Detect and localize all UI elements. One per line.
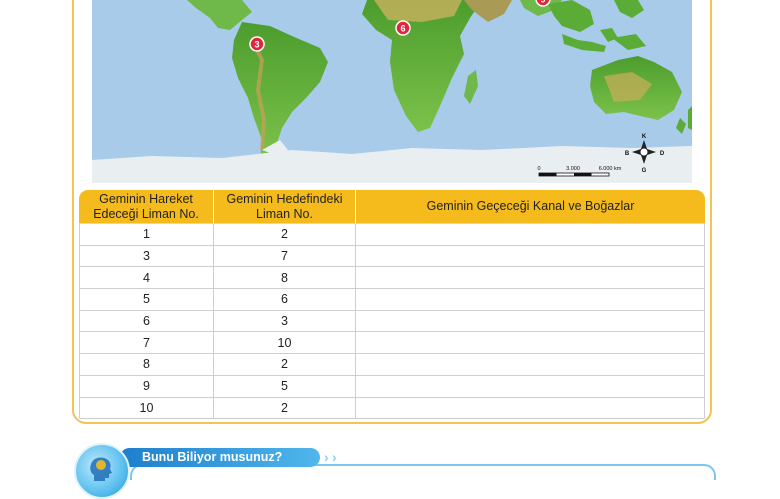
departure-cell: 9 <box>79 375 214 398</box>
destination-cell: 10 <box>214 332 356 355</box>
compass-west: B <box>625 151 630 157</box>
compass-east: D <box>660 151 665 157</box>
destination-cell: 5 <box>214 375 356 398</box>
departure-cell: 4 <box>79 267 214 290</box>
destination-cell: 2 <box>214 224 356 246</box>
departure-cell: 7 <box>79 332 214 355</box>
table-row: 4 8 <box>79 267 705 290</box>
scale-zero: 0 <box>537 166 540 172</box>
port-marker-6: 6 <box>395 20 411 36</box>
destination-cell: 8 <box>214 267 356 290</box>
canals-answer-cell[interactable] <box>356 375 705 398</box>
destination-cell: 6 <box>214 289 356 311</box>
marker-label: 3 <box>254 40 259 50</box>
canals-answer-cell[interactable] <box>356 289 705 311</box>
ports-table: Geminin Hareket Edeceği Liman No. Gemini… <box>79 190 705 420</box>
table-row: 6 3 <box>79 310 705 333</box>
canals-answer-cell[interactable] <box>356 310 705 333</box>
world-map: 3 6 9 K G D B 0 3.000 6.000 km <box>92 0 692 183</box>
canals-answer-cell[interactable] <box>356 267 705 290</box>
table-row: 5 6 <box>79 289 705 311</box>
table-row: 8 2 <box>79 354 705 376</box>
head-brain-icon <box>74 443 130 499</box>
departure-cell: 6 <box>79 310 214 333</box>
scale-end: 6.000 km <box>599 166 622 172</box>
marker-label: 6 <box>400 24 405 34</box>
destination-cell: 3 <box>214 310 356 333</box>
departure-cell: 3 <box>79 245 214 268</box>
scale-mid: 3.000 <box>566 166 580 172</box>
chevron-right-icon: › <box>332 449 337 465</box>
departure-cell: 1 <box>79 224 214 246</box>
canals-answer-cell[interactable] <box>356 245 705 268</box>
compass-north: K <box>642 134 647 140</box>
table-row: 7 10 <box>79 332 705 355</box>
departure-cell: 8 <box>79 354 214 376</box>
table-row: 10 2 <box>79 397 705 420</box>
destination-cell: 2 <box>214 397 356 420</box>
destination-cell: 2 <box>214 354 356 376</box>
marker-label: 9 <box>540 0 545 5</box>
canals-answer-cell[interactable] <box>356 332 705 355</box>
new-zealand <box>688 106 692 130</box>
destination-cell: 7 <box>214 245 356 268</box>
did-you-know-box: Bunu Biliyor musunuz? › › <box>74 440 716 499</box>
table-row: 3 7 <box>79 245 705 268</box>
canals-answer-cell[interactable] <box>356 354 705 376</box>
departure-cell: 10 <box>79 397 214 420</box>
port-marker-3: 3 <box>249 36 265 52</box>
canals-answer-cell[interactable] <box>356 224 705 246</box>
compass-south: G <box>642 168 647 174</box>
table-row: 1 2 <box>79 224 705 246</box>
did-you-know-title: Bunu Biliyor musunuz? <box>120 448 320 467</box>
header-canals-straits: Geminin Geçeceği Kanal ve Boğazlar <box>356 190 705 224</box>
chevron-right-icon: › <box>324 449 329 465</box>
table-row: 9 5 <box>79 375 705 398</box>
canals-answer-cell[interactable] <box>356 397 705 420</box>
header-departure-port: Geminin Hareket Edeceği Liman No. <box>79 190 214 224</box>
departure-cell: 5 <box>79 289 214 311</box>
header-destination-port: Geminin Hedefindeki Liman No. <box>214 190 356 224</box>
